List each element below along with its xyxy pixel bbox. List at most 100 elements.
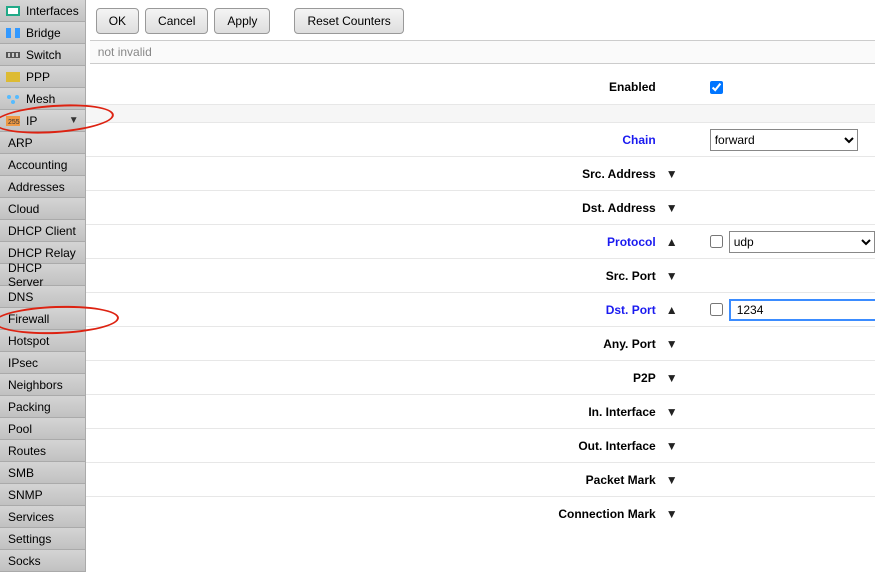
sidebar-item-ppp[interactable]: PPP (0, 66, 85, 88)
sidebar-item-bridge[interactable]: Bridge (0, 22, 85, 44)
sidebar-item-neighbors[interactable]: Neighbors (0, 374, 85, 396)
expand-toggle[interactable]: ▼ (666, 405, 678, 419)
interfaces-icon (6, 5, 20, 17)
label-dst-port: Dst. Port (86, 303, 666, 317)
separator (86, 104, 875, 122)
sidebar-item-label: Hotspot (8, 334, 49, 348)
sidebar-item-arp[interactable]: ARP (0, 132, 85, 154)
apply-button[interactable]: Apply (214, 8, 270, 34)
label-protocol: Protocol (86, 235, 666, 249)
mesh-icon (6, 93, 20, 105)
sidebar-item-label: Cloud (8, 202, 39, 216)
expand-toggle[interactable]: ▼ (666, 439, 678, 453)
sidebar-item-label: SMB (8, 466, 34, 480)
sidebar-item-snmp[interactable]: SNMP (0, 484, 85, 506)
sidebar-item-label: Mesh (26, 92, 55, 106)
protocol-select[interactable]: udp (729, 231, 875, 253)
sidebar-item-label: Firewall (8, 312, 49, 326)
bridge-icon (6, 27, 20, 39)
sidebar-item-accounting[interactable]: Accounting (0, 154, 85, 176)
rule-form: Enabled Chain forward Src. Address ▼ (86, 70, 875, 572)
row-protocol: Protocol ▲ udp (86, 224, 875, 258)
sidebar-item-addresses[interactable]: Addresses (0, 176, 85, 198)
label-packet-mark: Packet Mark (86, 473, 666, 487)
sidebar-item-label: Switch (26, 48, 61, 62)
ok-button[interactable]: OK (96, 8, 139, 34)
sidebar: Interfaces Bridge Switch PPP Mesh (0, 0, 86, 572)
row-dst-port: Dst. Port ▲ (86, 292, 875, 326)
chevron-down-icon: ▼ (69, 115, 79, 126)
expand-toggle[interactable]: ▼ (666, 371, 678, 385)
row-out-interface: Out. Interface ▼ (86, 428, 875, 462)
label-dst-address: Dst. Address (86, 201, 666, 215)
sidebar-item-socks[interactable]: Socks (0, 550, 85, 572)
chain-select[interactable]: forward (710, 129, 858, 151)
row-src-address: Src. Address ▼ (86, 156, 875, 190)
row-connection-mark: Connection Mark ▼ (86, 496, 875, 530)
row-in-interface: In. Interface ▼ (86, 394, 875, 428)
label-src-port: Src. Port (86, 269, 666, 283)
sidebar-item-mesh[interactable]: Mesh (0, 88, 85, 110)
label-in-interface: In. Interface (86, 405, 666, 419)
reset-counters-button[interactable]: Reset Counters (294, 8, 403, 34)
sidebar-item-label: Socks (8, 554, 41, 568)
row-src-port: Src. Port ▼ (86, 258, 875, 292)
sidebar-item-label: DHCP Client (8, 224, 76, 238)
protocol-negate-checkbox[interactable] (710, 235, 723, 248)
sidebar-item-label: DHCP Relay (8, 246, 76, 260)
sidebar-item-dns[interactable]: DNS (0, 286, 85, 308)
sidebar-item-dhcp-server[interactable]: DHCP Server (0, 264, 85, 286)
sidebar-item-label: Bridge (26, 26, 61, 40)
expand-toggle[interactable]: ▼ (666, 269, 678, 283)
collapse-toggle[interactable]: ▲ (666, 235, 678, 249)
enabled-checkbox[interactable] (710, 81, 723, 94)
sidebar-item-cloud[interactable]: Cloud (0, 198, 85, 220)
switch-icon (6, 49, 20, 61)
label-src-address: Src. Address (86, 167, 666, 181)
sidebar-item-label: DHCP Server (8, 261, 77, 289)
sidebar-item-label: Neighbors (8, 378, 63, 392)
label-p2p: P2P (86, 371, 666, 385)
sidebar-item-label: SNMP (8, 488, 43, 502)
filter-bar[interactable]: not invalid (90, 40, 875, 64)
collapse-toggle[interactable]: ▲ (666, 303, 678, 317)
row-any-port: Any. Port ▼ (86, 326, 875, 360)
sidebar-item-routes[interactable]: Routes (0, 440, 85, 462)
main-panel: OK Cancel Apply Reset Counters not inval… (86, 0, 875, 572)
sidebar-item-label: ARP (8, 136, 33, 150)
sidebar-item-hotspot[interactable]: Hotspot (0, 330, 85, 352)
sidebar-item-packing[interactable]: Packing (0, 396, 85, 418)
sidebar-item-label: Packing (8, 400, 51, 414)
expand-toggle[interactable]: ▼ (666, 337, 678, 351)
row-p2p: P2P ▼ (86, 360, 875, 394)
sidebar-item-label: DNS (8, 290, 33, 304)
expand-toggle[interactable]: ▼ (666, 473, 678, 487)
sidebar-item-switch[interactable]: Switch (0, 44, 85, 66)
sidebar-item-pool[interactable]: Pool (0, 418, 85, 440)
sidebar-item-interfaces[interactable]: Interfaces (0, 0, 85, 22)
sidebar-item-label: IP (26, 114, 37, 128)
label-connection-mark: Connection Mark (86, 507, 666, 521)
cancel-button[interactable]: Cancel (145, 8, 208, 34)
sidebar-item-label: Interfaces (26, 4, 79, 18)
sidebar-item-dhcp-client[interactable]: DHCP Client (0, 220, 85, 242)
sidebar-item-label: IPsec (8, 356, 38, 370)
dst-port-negate-checkbox[interactable] (710, 303, 723, 316)
sidebar-item-smb[interactable]: SMB (0, 462, 85, 484)
sidebar-item-ipsec[interactable]: IPsec (0, 352, 85, 374)
sidebar-item-label: Addresses (8, 180, 65, 194)
row-dst-address: Dst. Address ▼ (86, 190, 875, 224)
label-enabled: Enabled (86, 80, 666, 94)
ip-icon: 255 (6, 115, 20, 127)
svg-text:255: 255 (8, 119, 20, 126)
dst-port-input[interactable] (729, 299, 875, 321)
expand-toggle[interactable]: ▼ (666, 507, 678, 521)
sidebar-item-ip[interactable]: 255 IP ▼ (0, 110, 85, 132)
expand-toggle[interactable]: ▼ (666, 167, 678, 181)
sidebar-item-services[interactable]: Services (0, 506, 85, 528)
label-out-interface: Out. Interface (86, 439, 666, 453)
sidebar-item-firewall[interactable]: Firewall (0, 308, 85, 330)
ppp-icon (6, 71, 20, 83)
expand-toggle[interactable]: ▼ (666, 201, 678, 215)
sidebar-item-settings[interactable]: Settings (0, 528, 85, 550)
